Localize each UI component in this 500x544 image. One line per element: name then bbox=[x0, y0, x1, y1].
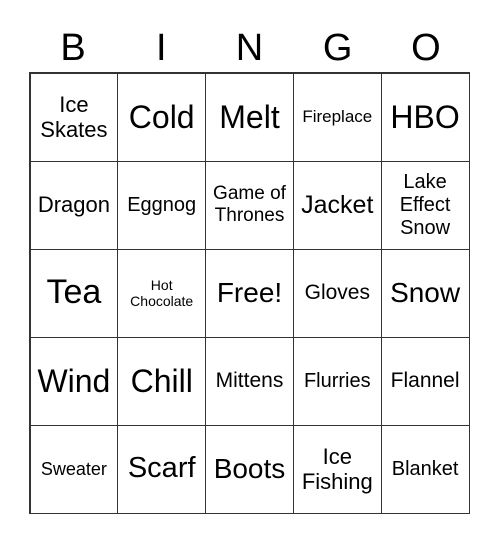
bingo-cell[interactable]: Melt bbox=[205, 72, 294, 162]
header-letter-n: N bbox=[235, 27, 264, 69]
bingo-cell[interactable]: Jacket bbox=[292, 160, 382, 250]
bingo-cell[interactable]: Flurries bbox=[292, 336, 382, 426]
bingo-cell[interactable]: Tea bbox=[29, 248, 119, 338]
bingo-cell[interactable]: Eggnog bbox=[117, 160, 207, 250]
bingo-cell[interactable]: Lake Effect Snow bbox=[380, 160, 470, 250]
bingo-cell[interactable]: Blanket bbox=[380, 424, 470, 514]
header-letter-o: O bbox=[411, 27, 441, 69]
bingo-grid: Ice Skates Cold Melt Fireplace HBO Drago… bbox=[29, 72, 470, 514]
bingo-cell[interactable]: Snow bbox=[380, 248, 470, 338]
bingo-cell[interactable]: Scarf bbox=[117, 424, 207, 514]
header-letter-i: I bbox=[156, 27, 167, 69]
bingo-cell[interactable]: Gloves bbox=[292, 248, 382, 338]
bingo-cell[interactable]: Boots bbox=[205, 424, 294, 514]
bingo-cell[interactable]: Chill bbox=[117, 336, 207, 426]
bingo-cell[interactable]: Hot Chocolate bbox=[117, 248, 207, 338]
bingo-cell[interactable]: Ice Skates bbox=[29, 72, 119, 162]
bingo-header: B I N G O bbox=[29, 26, 470, 70]
bingo-cell[interactable]: Flannel bbox=[380, 336, 470, 426]
bingo-cell[interactable]: Game of Thrones bbox=[205, 160, 294, 250]
bingo-cell[interactable]: Wind bbox=[29, 336, 119, 426]
header-letter-b: B bbox=[60, 27, 86, 69]
bingo-cell[interactable]: HBO bbox=[380, 72, 470, 162]
bingo-cell[interactable]: Ice Fishing bbox=[292, 424, 382, 514]
bingo-cell[interactable]: Dragon bbox=[29, 160, 119, 250]
header-letter-g: G bbox=[322, 27, 353, 69]
bingo-cell[interactable]: Cold bbox=[117, 72, 207, 162]
bingo-cell[interactable]: Mittens bbox=[205, 336, 294, 426]
bingo-cell[interactable]: Fireplace bbox=[292, 72, 382, 162]
free-space[interactable]: Free! bbox=[205, 248, 294, 338]
bingo-cell[interactable]: Sweater bbox=[29, 424, 119, 514]
